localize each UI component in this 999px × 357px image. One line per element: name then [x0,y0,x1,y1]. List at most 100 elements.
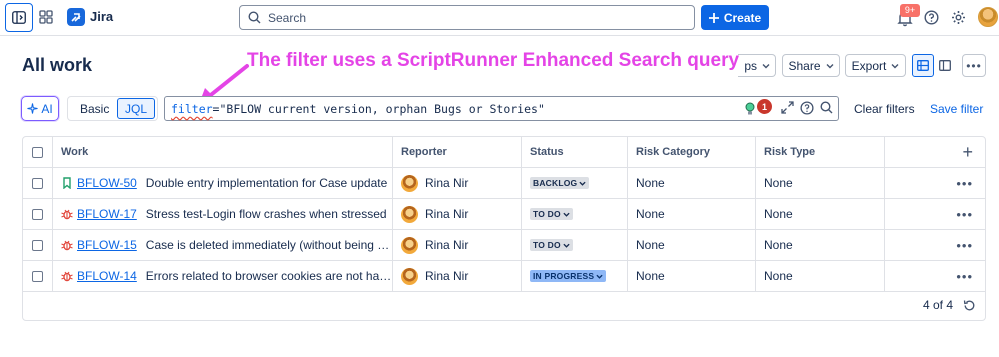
table-row[interactable]: BFLOW-17 Stress test-Login flow crashes … [23,199,985,230]
row-checkbox[interactable] [32,270,43,282]
row-more-button[interactable]: ••• [956,269,973,284]
issue-key-link[interactable]: BFLOW-17 [77,207,137,221]
list-view-button[interactable] [912,54,934,77]
create-button-label: Create [723,10,762,25]
row-select-cell [23,261,53,291]
status-badge[interactable]: BACKLOG [530,177,590,189]
add-column-icon[interactable]: + [962,142,973,163]
row-actions-cell: ••• [885,230,985,260]
share-button[interactable]: Share [782,54,840,77]
row-actions-cell: ••• [885,199,985,229]
work-cell: BFLOW-50 Double entry implementation for… [53,168,393,198]
risk-category-cell[interactable]: None [628,230,756,260]
risk-type-cell[interactable]: None [756,168,885,198]
sidebar-toggle-button[interactable] [5,3,33,32]
table-row[interactable]: BFLOW-50 Double entry implementation for… [23,168,985,199]
export-button[interactable]: Export [845,54,906,77]
help-icon[interactable] [800,101,814,115]
avatar [401,205,418,223]
risk-type-cell[interactable]: None [756,230,885,260]
chevron-down-icon [596,274,603,279]
apps-button[interactable]: ps [738,54,776,77]
row-more-button[interactable]: ••• [956,207,973,222]
help-icon[interactable] [924,10,939,25]
add-column-cell: + [885,137,985,167]
select-all-checkbox[interactable] [32,146,43,158]
table-row[interactable]: BFLOW-15 Case is deleted immediately (wi… [23,230,985,261]
issue-key-link[interactable]: BFLOW-14 [77,269,137,283]
expand-icon[interactable] [781,101,794,114]
status-label: IN PROGRESS [533,271,595,281]
column-header-work[interactable]: Work [53,137,393,167]
save-filter-button[interactable]: Save filter [930,102,983,116]
top-navigation: Jira Search Create 9+ [0,0,999,36]
page-title: All work [22,55,93,75]
status-cell: BACKLOG [522,168,628,198]
tab-basic[interactable]: Basic [80,102,109,116]
risk-type-cell[interactable]: None [756,261,885,291]
create-button[interactable]: Create [701,5,769,30]
sparkle-icon [27,103,38,114]
jql-query-input[interactable]: filter="BFLOW current version, orphan Bu… [164,96,839,121]
status-label: BACKLOG [533,178,578,188]
column-header-risk-type[interactable]: Risk Type [756,137,885,167]
risk-category-cell[interactable]: None [628,199,756,229]
reporter-cell: Rina Nir [393,261,522,291]
detail-view-button[interactable] [935,54,955,77]
annotation-callout: The filter uses a ScriptRunner Enhanced … [247,50,740,71]
lightbulb-icon[interactable] [744,102,756,116]
refresh-icon[interactable] [963,299,976,312]
list-view-icon [917,60,929,71]
row-checkbox[interactable] [32,239,43,251]
row-more-button[interactable]: ••• [956,238,973,253]
reporter-name: Rina Nir [425,176,469,190]
status-label: TO DO [533,209,561,219]
gear-icon[interactable] [951,10,966,25]
reporter-cell: Rina Nir [393,199,522,229]
share-button-label: Share [788,58,821,73]
work-items-table: Work Reporter Status Risk Category Risk … [22,136,986,321]
status-badge[interactable]: IN PROGRESS [530,270,607,282]
status-badge[interactable]: TO DO [530,208,573,220]
issue-key-link[interactable]: BFLOW-50 [77,176,137,190]
status-label: TO DO [533,240,561,250]
row-select-cell [23,168,53,198]
profile-avatar[interactable] [978,7,998,27]
jira-logo-icon[interactable] [67,8,85,26]
reporter-name: Rina Nir [425,238,469,252]
column-header-risk-category[interactable]: Risk Category [628,137,756,167]
issue-summary[interactable]: Case is deleted immediately (without bei… [146,238,392,252]
column-header-reporter[interactable]: Reporter [393,137,522,167]
issue-summary[interactable]: Errors related to browser cookies are no… [146,269,392,283]
clear-filters-button[interactable]: Clear filters [854,102,915,116]
chevron-down-icon [762,63,770,68]
risk-type-cell[interactable]: None [756,199,885,229]
app-title[interactable]: Jira [90,9,113,24]
search-input[interactable]: Search [239,5,695,30]
search-icon[interactable] [820,101,833,114]
issue-key-link[interactable]: BFLOW-15 [77,238,137,252]
issue-summary[interactable]: Stress test-Login flow crashes when stre… [146,207,387,221]
risk-category-cell[interactable]: None [628,168,756,198]
avatar [401,267,418,285]
chevron-down-icon [826,63,834,68]
column-header-status[interactable]: Status [522,137,628,167]
tab-jql[interactable]: JQL [117,98,155,119]
row-checkbox[interactable] [32,208,43,220]
table-row[interactable]: BFLOW-14 Errors related to browser cooki… [23,261,985,292]
plus-icon [708,12,719,23]
search-icon [248,11,261,24]
apps-grid-icon[interactable] [38,9,54,25]
select-all-cell [23,137,53,167]
row-checkbox[interactable] [32,177,43,189]
row-more-button[interactable]: ••• [956,176,973,191]
more-actions-button[interactable]: ••• [962,54,986,77]
error-count-badge[interactable]: 1 [757,99,772,114]
status-badge[interactable]: TO DO [530,239,573,251]
issue-summary[interactable]: Double entry implementation for Case upd… [146,176,387,190]
ai-search-button[interactable]: AI [21,96,59,121]
work-cell: BFLOW-14 Errors related to browser cooki… [53,261,393,291]
risk-category-cell[interactable]: None [628,261,756,291]
status-cell: IN PROGRESS [522,261,628,291]
work-cell: BFLOW-17 Stress test-Login flow crashes … [53,199,393,229]
